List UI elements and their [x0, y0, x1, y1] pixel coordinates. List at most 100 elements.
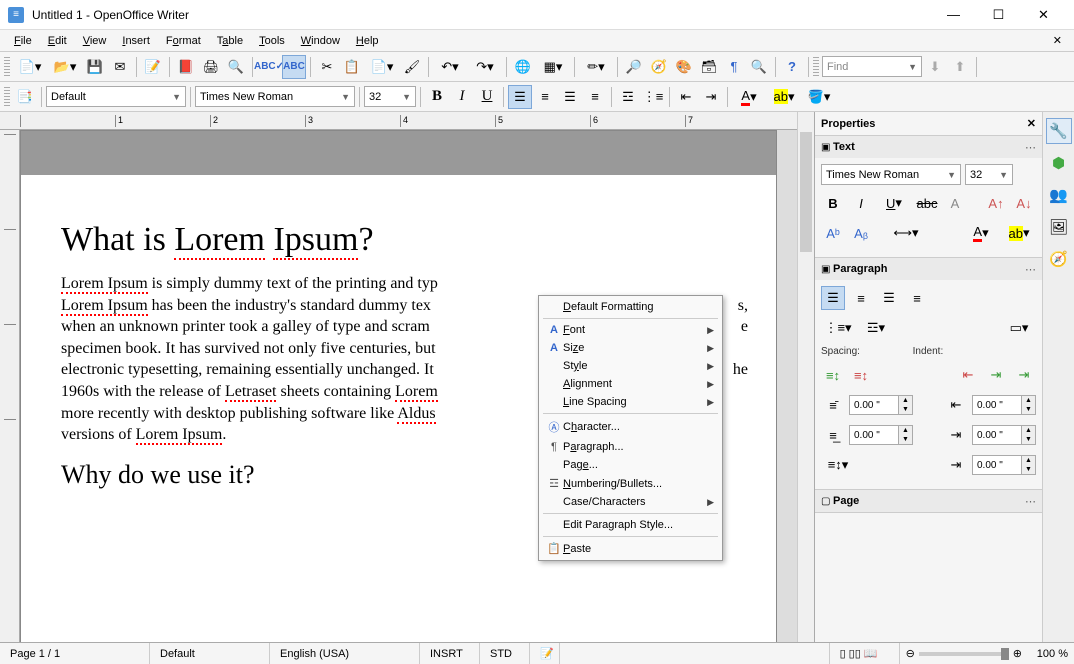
sidebar-font-color-button[interactable]: A▾: [964, 221, 998, 245]
help-button[interactable]: ?: [780, 55, 804, 79]
paragraph-section-header[interactable]: ▣ Paragraph ⋯: [815, 258, 1042, 280]
ctx-default-formatting[interactable]: Default Formatting: [539, 298, 722, 316]
more-options-icon[interactable]: ⋯: [1025, 141, 1036, 154]
close-window-button[interactable]: ✕: [1021, 1, 1066, 29]
sidebar-shadow-button[interactable]: A: [943, 191, 967, 215]
find-replace-button[interactable]: 🔎: [622, 55, 646, 79]
navigator-button[interactable]: 🧭: [647, 55, 671, 79]
increase-indent-button[interactable]: ⇥: [699, 85, 723, 109]
decrease-font-button[interactable]: A↓: [1012, 191, 1036, 215]
para-align-center-button[interactable]: ≡: [849, 286, 873, 310]
italic-button[interactable]: I: [450, 85, 474, 109]
spin-up[interactable]: ▲: [1021, 456, 1035, 465]
new-button[interactable]: 📄▾: [13, 55, 47, 79]
align-right-button[interactable]: ☰: [558, 85, 582, 109]
menu-help[interactable]: Help: [348, 33, 387, 49]
font-name-combo[interactable]: Times New Roman ▼: [195, 86, 355, 107]
align-left-button[interactable]: ☰: [508, 85, 532, 109]
menu-table[interactable]: Table: [209, 33, 251, 49]
spin-down[interactable]: ▼: [1021, 405, 1035, 414]
increase-indent-button[interactable]: ⇥: [984, 363, 1008, 387]
align-justify-button[interactable]: ≡: [583, 85, 607, 109]
navigator-tab-icon[interactable]: 🖼: [1046, 214, 1072, 240]
status-language[interactable]: English (USA): [270, 643, 420, 664]
spin-up[interactable]: ▲: [1021, 396, 1035, 405]
dropdown-icon[interactable]: ▼: [398, 92, 411, 102]
status-insert-mode[interactable]: INSRT: [420, 643, 480, 664]
paste-button[interactable]: 📄▾: [365, 55, 399, 79]
space-above-input[interactable]: [850, 400, 898, 411]
spin-up[interactable]: ▲: [1021, 426, 1035, 435]
print-preview-button[interactable]: 🔍: [224, 55, 248, 79]
para-align-right-button[interactable]: ☰: [877, 286, 901, 310]
menu-tools[interactable]: Tools: [251, 33, 293, 49]
undo-button[interactable]: ↶▾: [433, 55, 467, 79]
toolbar-grip[interactable]: [4, 87, 10, 107]
menu-view[interactable]: View: [75, 33, 115, 49]
char-spacing-button[interactable]: ⟷▾: [889, 221, 923, 245]
ctx-line-spacing[interactable]: Line Spacing▶: [539, 393, 722, 411]
properties-tab-icon[interactable]: 🔧: [1046, 118, 1072, 144]
underline-button[interactable]: U: [475, 85, 499, 109]
spin-up[interactable]: ▲: [898, 426, 912, 435]
spin-down[interactable]: ▼: [898, 405, 912, 414]
toolbar-grip[interactable]: [813, 57, 819, 77]
zoom-in-button[interactable]: ⊕: [1013, 647, 1022, 660]
status-page[interactable]: Page 1 / 1: [0, 643, 150, 664]
ctx-size[interactable]: A Size▶: [539, 339, 722, 357]
space-below-spinner[interactable]: ▲▼: [849, 425, 913, 445]
cut-button[interactable]: ✂: [315, 55, 339, 79]
menu-edit[interactable]: Edit: [40, 33, 75, 49]
menu-format[interactable]: Format: [158, 33, 209, 49]
bullets-button[interactable]: ⋮≡▾: [821, 316, 855, 340]
increase-spacing-button[interactable]: ≡↕: [821, 363, 845, 387]
ctx-character[interactable]: Ⓐ Character...: [539, 416, 722, 438]
page-section-header[interactable]: ▢ Page ⋯: [815, 490, 1042, 512]
para-align-left-button[interactable]: ☰: [821, 286, 845, 310]
datasources-button[interactable]: 🗃: [697, 55, 721, 79]
find-combo[interactable]: Find ▼: [822, 56, 922, 77]
paragraph-style-combo[interactable]: Default ▼: [46, 86, 186, 107]
ctx-numbering-bullets[interactable]: ☲ Numbering/Bullets...: [539, 474, 722, 493]
zoom-slider[interactable]: [919, 652, 1009, 656]
edit-file-button[interactable]: 📝: [141, 55, 165, 79]
highlight-button[interactable]: ab▾: [767, 85, 801, 109]
indent-right-input[interactable]: [973, 430, 1021, 441]
minimize-button[interactable]: —: [931, 1, 976, 29]
menu-insert[interactable]: Insert: [114, 33, 158, 49]
numbering-button[interactable]: ☲▾: [859, 316, 893, 340]
table-button[interactable]: ▦▾: [536, 55, 570, 79]
dropdown-icon[interactable]: ▼: [995, 170, 1008, 180]
ctx-paste[interactable]: 📋 Paste: [539, 539, 722, 558]
close-sidebar-icon[interactable]: ✕: [1027, 117, 1036, 130]
export-pdf-button[interactable]: 📕: [174, 55, 198, 79]
styles-tab-icon[interactable]: ⬢: [1046, 150, 1072, 176]
ctx-alignment[interactable]: Alignment▶: [539, 375, 722, 393]
dropdown-icon[interactable]: ▼: [337, 92, 350, 102]
format-paintbrush-button[interactable]: 🖌: [400, 55, 424, 79]
dropdown-icon[interactable]: ▼: [904, 62, 917, 72]
gallery-tab-icon[interactable]: 👥: [1046, 182, 1072, 208]
line-spacing-button[interactable]: ≡↕▾: [821, 453, 855, 477]
font-color-button[interactable]: A▾: [732, 85, 766, 109]
decrease-indent-button[interactable]: ⇤: [956, 363, 980, 387]
para-align-justify-button[interactable]: ≡: [905, 286, 929, 310]
vertical-scrollbar[interactable]: [797, 112, 814, 642]
zoom-out-button[interactable]: ⊖: [906, 647, 915, 660]
spin-up[interactable]: ▲: [898, 396, 912, 405]
document-heading[interactable]: What is Lorem Ipsum?: [61, 221, 746, 259]
compass-tab-icon[interactable]: 🧭: [1046, 246, 1072, 272]
autospell-button[interactable]: ABC: [282, 55, 306, 79]
sidebar-underline-button[interactable]: U▾: [877, 191, 911, 215]
ctx-edit-paragraph-style[interactable]: Edit Paragraph Style...: [539, 516, 722, 534]
ctx-font[interactable]: A Font▶: [539, 321, 722, 339]
hanging-indent-button[interactable]: ⇥: [1012, 363, 1036, 387]
spellcheck-button[interactable]: ABC✓: [257, 55, 281, 79]
firstline-indent-input[interactable]: [973, 460, 1021, 471]
ctx-case-characters[interactable]: Case/Characters▶: [539, 493, 722, 511]
menu-file[interactable]: File: [6, 33, 40, 49]
text-section-header[interactable]: ▣ Text ⋯: [815, 136, 1042, 158]
indent-right-spinner[interactable]: ▲▼: [972, 425, 1036, 445]
menu-window[interactable]: Window: [293, 33, 348, 49]
redo-button[interactable]: ↷▾: [468, 55, 502, 79]
